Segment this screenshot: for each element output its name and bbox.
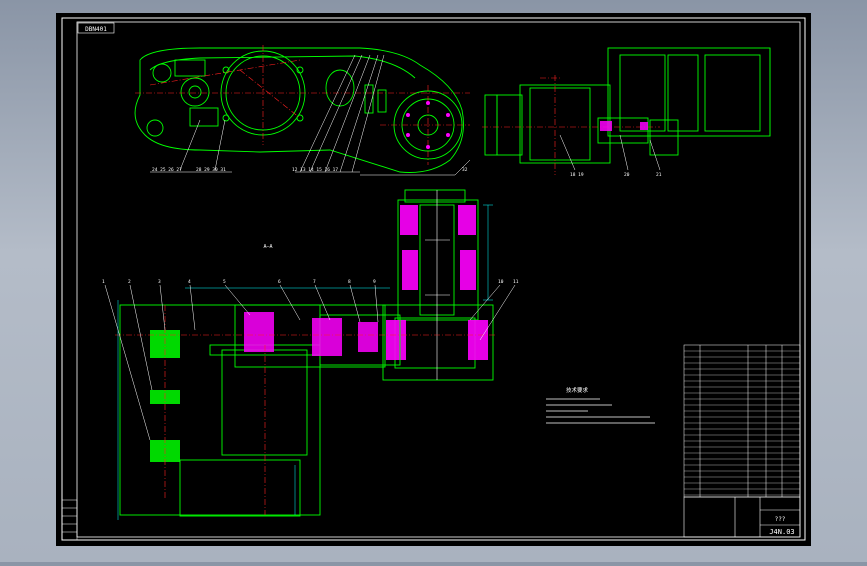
- svg-text:5: 5: [223, 279, 226, 285]
- drawing-canvas: DBN401 24 25 26 27 28 29 30 31 12 13 14 …: [56, 13, 811, 546]
- svg-text:32: 32: [462, 167, 468, 173]
- title-block-name: ???: [775, 516, 786, 523]
- code-tag-text: DBN401: [85, 26, 107, 33]
- title-block-drawing-number: J4N.03: [769, 528, 794, 536]
- svg-text:18 19: 18 19: [570, 172, 584, 178]
- svg-text:20: 20: [624, 172, 630, 178]
- svg-text:1: 1: [102, 279, 105, 285]
- svg-text:6: 6: [278, 279, 281, 285]
- svg-text:4: 4: [188, 279, 191, 285]
- svg-text:8: 8: [348, 279, 351, 285]
- svg-text:10: 10: [498, 279, 504, 285]
- cad-viewport[interactable]: DBN401 24 25 26 27 28 29 30 31 12 13 14 …: [0, 0, 867, 562]
- svg-text:7: 7: [313, 279, 316, 285]
- svg-text:2: 2: [128, 279, 131, 285]
- section-label: A—A: [263, 244, 272, 250]
- svg-text:3: 3: [158, 279, 161, 285]
- svg-text:28 29 30 31: 28 29 30 31: [196, 167, 226, 173]
- svg-text:21: 21: [656, 172, 662, 178]
- svg-text:11: 11: [513, 279, 519, 285]
- tech-requirements-title: 技术要求: [566, 386, 589, 394]
- svg-text:12 13 14 15 16 17: 12 13 14 15 16 17: [292, 167, 338, 173]
- svg-text:24 25 26 27: 24 25 26 27: [152, 167, 182, 173]
- svg-text:9: 9: [373, 279, 376, 285]
